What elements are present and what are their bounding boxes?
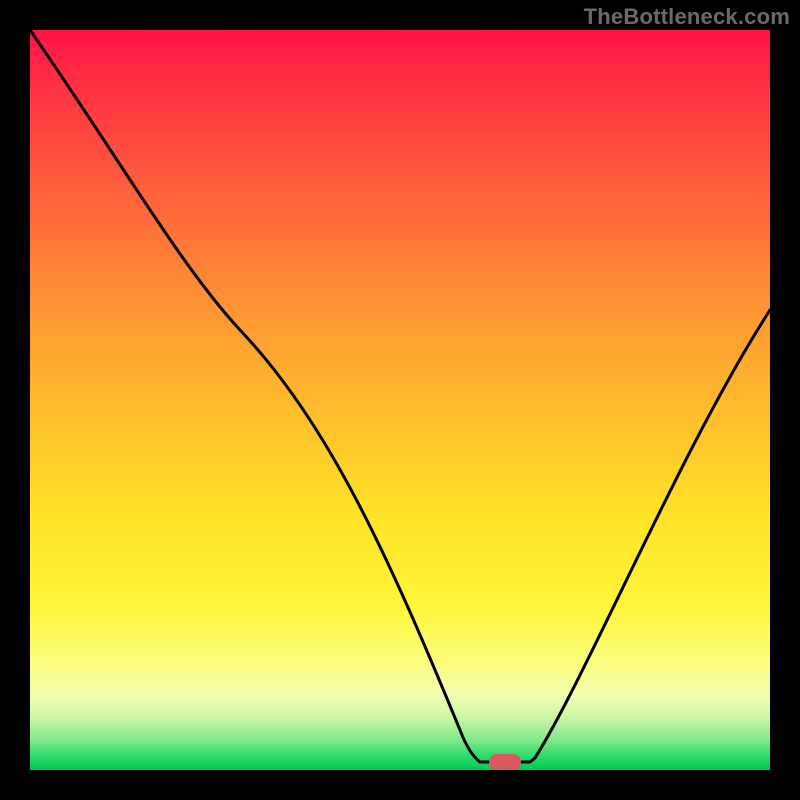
plot-area xyxy=(30,30,770,770)
optimal-point-marker xyxy=(489,754,521,770)
chart-container: TheBottleneck.com xyxy=(0,0,800,800)
curve-path xyxy=(30,30,770,762)
watermark-text: TheBottleneck.com xyxy=(584,4,790,30)
bottleneck-curve xyxy=(30,30,770,770)
